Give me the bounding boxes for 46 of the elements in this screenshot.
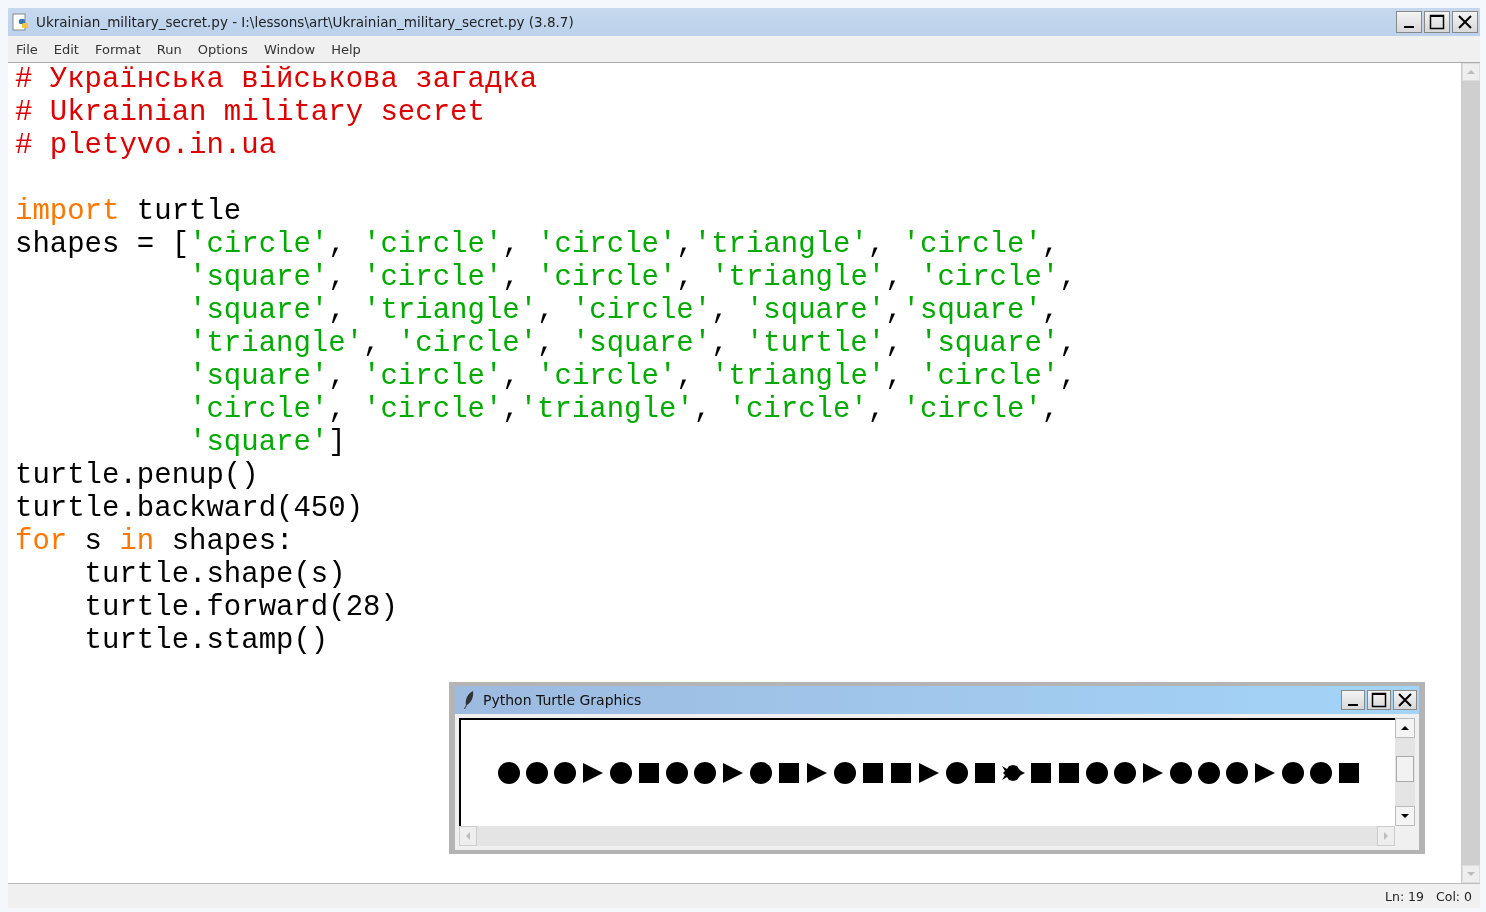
close-button[interactable]	[1393, 690, 1417, 710]
code-line: turtle.penup()	[15, 459, 259, 492]
close-button[interactable]	[1452, 11, 1478, 33]
minimize-icon	[1404, 26, 1414, 28]
menu-item[interactable]: Options	[197, 41, 248, 57]
close-icon	[1457, 14, 1473, 30]
minimize-button[interactable]	[1341, 690, 1365, 710]
scroll-down-icon[interactable]	[1395, 806, 1415, 826]
vertical-scrollbar[interactable]	[1395, 718, 1415, 826]
menu-item[interactable]: Window	[263, 41, 316, 57]
minimize-button[interactable]	[1396, 11, 1422, 33]
code-line: import turtle	[15, 195, 242, 228]
code-line: turtle.shape(s)	[83, 558, 346, 591]
line-number: Ln: 19	[1385, 888, 1424, 904]
code-line: for s in shapes:	[15, 525, 294, 558]
code-line: turtle.backward(450)	[15, 492, 364, 525]
python-file-icon	[12, 13, 30, 31]
maximize-icon	[1429, 14, 1445, 30]
code-line: 'square', 'circle', 'circle', 'triangle', 'circle',	[189, 261, 1077, 294]
scroll-thumb[interactable]	[1396, 756, 1414, 782]
code-line: # pletyvo.in.ua	[15, 129, 277, 162]
code-line: 'circle', 'circle','triangle', 'circle', 'circle',	[189, 393, 1060, 426]
code-line: shapes = ['circle', 'circle', 'circle','triangle', 'circle',	[15, 228, 1060, 261]
code-line: turtle.forward(28)	[83, 591, 398, 624]
minimize-icon	[1348, 704, 1358, 706]
code-line: # Ukrainian military secret	[15, 96, 485, 129]
feather-icon	[463, 690, 475, 710]
code-line: 'square', 'circle', 'circle', 'triangle', 'circle',	[189, 360, 1077, 393]
code-line: # Українська військова загадка	[15, 63, 538, 96]
menu-item[interactable]: File	[16, 41, 38, 57]
window-title: Ukrainian_military_secret.py - I:\lessons\art\Ukrainian_military_secret.py (3.8.7)	[36, 14, 575, 30]
code-line: 'triangle', 'circle', 'square', 'turtle', 'square',	[189, 327, 1077, 360]
menu-item[interactable]: Run	[156, 41, 182, 57]
code-line: turtle.stamp()	[83, 624, 329, 657]
menu-item[interactable]: Edit	[53, 41, 79, 57]
code-line: 'square']	[189, 426, 346, 459]
column-number: Col: 0	[1436, 888, 1472, 904]
menu-item[interactable]: Format	[94, 41, 141, 57]
maximize-icon	[1371, 692, 1387, 708]
code-line: 'square', 'triangle', 'circle', 'square','square',	[189, 294, 1060, 327]
menu-item[interactable]: Help	[331, 41, 361, 57]
scroll-up-icon[interactable]	[1395, 718, 1415, 738]
close-icon	[1397, 692, 1413, 708]
maximize-button[interactable]	[1367, 690, 1391, 710]
maximize-button[interactable]	[1424, 11, 1450, 33]
window-title: Python Turtle Graphics	[483, 692, 643, 708]
